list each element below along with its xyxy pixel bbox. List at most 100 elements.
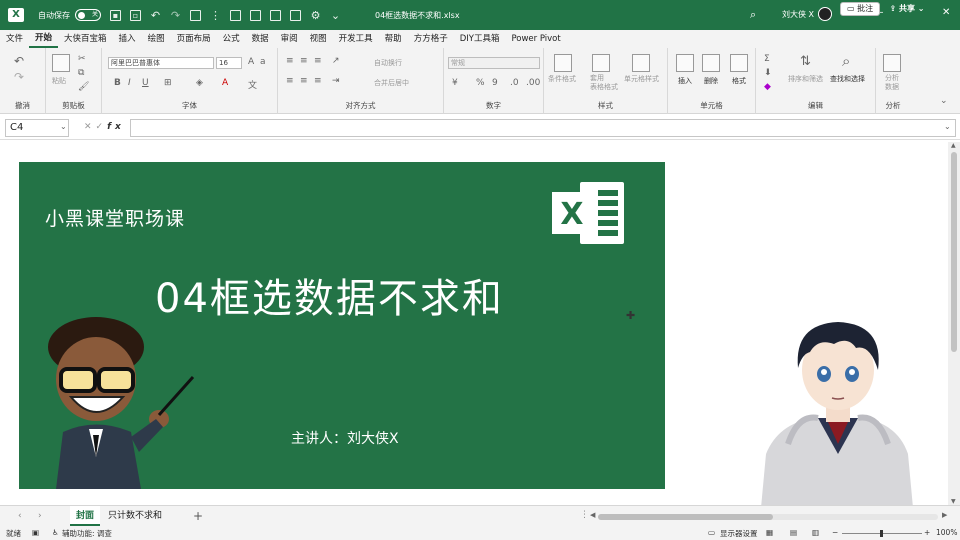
normal-view-icon[interactable]: ▦ (766, 528, 773, 537)
ribbon-tab-12[interactable]: 方方格子 (408, 30, 454, 48)
conditional-format-icon[interactable] (554, 54, 572, 72)
conditional-format-button[interactable]: 条件格式 (548, 74, 576, 84)
ribbon-tab-7[interactable]: 数据 (246, 30, 275, 48)
font-color-icon[interactable]: A (222, 78, 228, 88)
format-cells-icon[interactable] (730, 54, 748, 72)
merge-center-button[interactable]: 合并后居中 (374, 78, 409, 88)
currency-icon[interactable]: ¥ (452, 78, 458, 88)
search-icon[interactable]: ⌕ (750, 8, 756, 22)
expand-formula-icon[interactable]: ⌄ (944, 122, 951, 131)
save-as-icon[interactable]: ▫ (130, 9, 141, 21)
sort-filter-button[interactable]: 排序和筛选 (788, 74, 823, 84)
file-name[interactable]: 04框选数据不求和.xlsx (375, 10, 460, 21)
vertical-scrollbar[interactable]: ▲ ▼ (948, 142, 960, 505)
table-icon[interactable] (250, 9, 261, 21)
align-center-icon[interactable]: ≡ (300, 76, 308, 86)
accessibility-status[interactable]: 辅助功能: 调查 (62, 528, 112, 539)
ribbon-tab-0[interactable]: 文件 (0, 30, 29, 48)
zoom-out-icon[interactable]: − (832, 528, 838, 537)
undo-icon[interactable]: ↶ (150, 10, 161, 21)
enter-icon[interactable]: ✓ (96, 122, 108, 132)
italic-icon[interactable]: I (128, 78, 131, 88)
insert-button[interactable]: 插入 (678, 76, 692, 86)
close-icon[interactable]: ✕ (942, 7, 950, 18)
analyze-data-button[interactable]: 分析 数据 (885, 74, 899, 92)
avatar[interactable] (818, 7, 832, 21)
fill-color-icon[interactable]: ◈ (196, 78, 203, 88)
autosum-icon[interactable]: Σ (764, 54, 770, 64)
page-break-view-icon[interactable]: ▥ (812, 528, 819, 537)
delete-button[interactable]: 删除 (704, 76, 718, 86)
sheet-tab-cover[interactable]: 封面 (70, 506, 101, 526)
zoom-in-icon[interactable]: + (924, 528, 930, 537)
ribbon-tab-13[interactable]: DIY工具箱 (454, 30, 506, 48)
insert-function-icon[interactable]: fx (107, 122, 125, 132)
name-box-dropdown-icon[interactable]: ⌄ (60, 122, 67, 131)
insert-cells-icon[interactable] (676, 54, 694, 72)
ribbon-tab-9[interactable]: 视图 (304, 30, 333, 48)
comment-button[interactable]: ▭ 批注 (840, 2, 881, 16)
table-format-icon[interactable] (592, 54, 610, 72)
page-layout-view-icon[interactable]: ▤ (790, 528, 797, 537)
cover-slide-image[interactable]: 小黑课堂职场课 X 04框选数据不求和 主讲人：刘大侠X (19, 162, 665, 489)
increase-decimal-icon[interactable]: .0 (510, 78, 519, 88)
ribbon-tab-4[interactable]: 绘图 (142, 30, 171, 48)
delete-cells-icon[interactable] (702, 54, 720, 72)
align-middle-icon[interactable]: ≡ (300, 56, 308, 66)
ribbon-tab-3[interactable]: 插入 (113, 30, 142, 48)
wrap-text-button[interactable]: 自动换行 (374, 58, 402, 68)
find-icon[interactable]: ⌕ (842, 52, 850, 70)
save-icon[interactable]: ▪ (110, 9, 121, 21)
horizontal-scrollbar[interactable] (598, 514, 938, 520)
align-right-icon[interactable]: ≡ (314, 76, 322, 86)
print-icon[interactable] (270, 9, 281, 21)
increase-font-icon[interactable]: A (248, 57, 254, 67)
zoom-slider-thumb[interactable] (880, 530, 883, 537)
comma-icon[interactable]: 9 (492, 78, 498, 88)
prev-sheet-icon[interactable]: ‹ (18, 511, 22, 521)
ribbon-tab-5[interactable]: 页面布局 (171, 30, 217, 48)
ribbon-tab-6[interactable]: 公式 (217, 30, 246, 48)
autosave-toggle[interactable]: 关 (75, 9, 101, 21)
analyze-data-icon[interactable] (883, 54, 901, 72)
number-format-select[interactable]: 常规 (448, 57, 540, 69)
redo-icon[interactable]: ↷ (170, 10, 181, 21)
percent-icon[interactable]: % (476, 78, 485, 88)
format-button[interactable]: 格式 (732, 76, 746, 86)
accessibility-icon[interactable]: ♿ (52, 528, 59, 537)
undo-icon[interactable]: ↶ (14, 54, 24, 68)
vertical-scroll-thumb[interactable] (951, 152, 957, 352)
next-sheet-icon[interactable]: › (38, 511, 42, 521)
cell-styles-button[interactable]: 单元格样式 (624, 74, 659, 84)
redo-icon[interactable]: ↷ (14, 70, 24, 84)
font-name-select[interactable]: 阿里巴巴普惠体 (108, 57, 214, 69)
clear-icon[interactable]: ◆ (764, 82, 771, 92)
bold-icon[interactable]: B (114, 78, 121, 88)
border-icon[interactable]: ⊞ (164, 78, 172, 88)
sort-filter-icon[interactable]: ⇅ (800, 54, 811, 69)
cut-icon[interactable]: ✂ (78, 54, 86, 64)
align-bottom-icon[interactable]: ≡ (314, 56, 322, 66)
scroll-left-icon[interactable]: ◀ (590, 511, 595, 519)
orientation-icon[interactable]: ↗ (332, 56, 340, 66)
scroll-right-icon[interactable]: ▶ (942, 511, 947, 519)
formula-input[interactable] (130, 119, 956, 137)
ribbon-tab-10[interactable]: 开发工具 (333, 30, 379, 48)
ribbon-tab-2[interactable]: 大侠百宝箱 (58, 30, 113, 48)
shape-icon[interactable] (190, 9, 201, 21)
table-format-button[interactable]: 套用 表格格式 (590, 74, 620, 92)
indent-icon[interactable]: ⇥ (332, 76, 340, 86)
ribbon-tab-11[interactable]: 帮助 (379, 30, 408, 48)
font-size-select[interactable]: 16 (216, 57, 242, 69)
display-settings[interactable]: 显示器设置 (720, 528, 758, 539)
settings-icon[interactable]: ⚙ (310, 10, 321, 21)
grid-icon[interactable] (290, 9, 301, 21)
display-settings-icon[interactable]: ▭ (708, 528, 715, 537)
sheet-tab-count-only[interactable]: 只计数不求和 (102, 506, 168, 526)
cancel-icon[interactable]: ✕ (84, 122, 96, 132)
fill-icon[interactable]: ⬇ (764, 68, 772, 78)
add-sheet-icon[interactable]: + (193, 509, 203, 523)
scroll-down-icon[interactable]: ▼ (951, 498, 956, 505)
zoom-level[interactable]: 100% (936, 528, 957, 537)
customize-qat-icon[interactable]: ⌄ (330, 10, 341, 21)
